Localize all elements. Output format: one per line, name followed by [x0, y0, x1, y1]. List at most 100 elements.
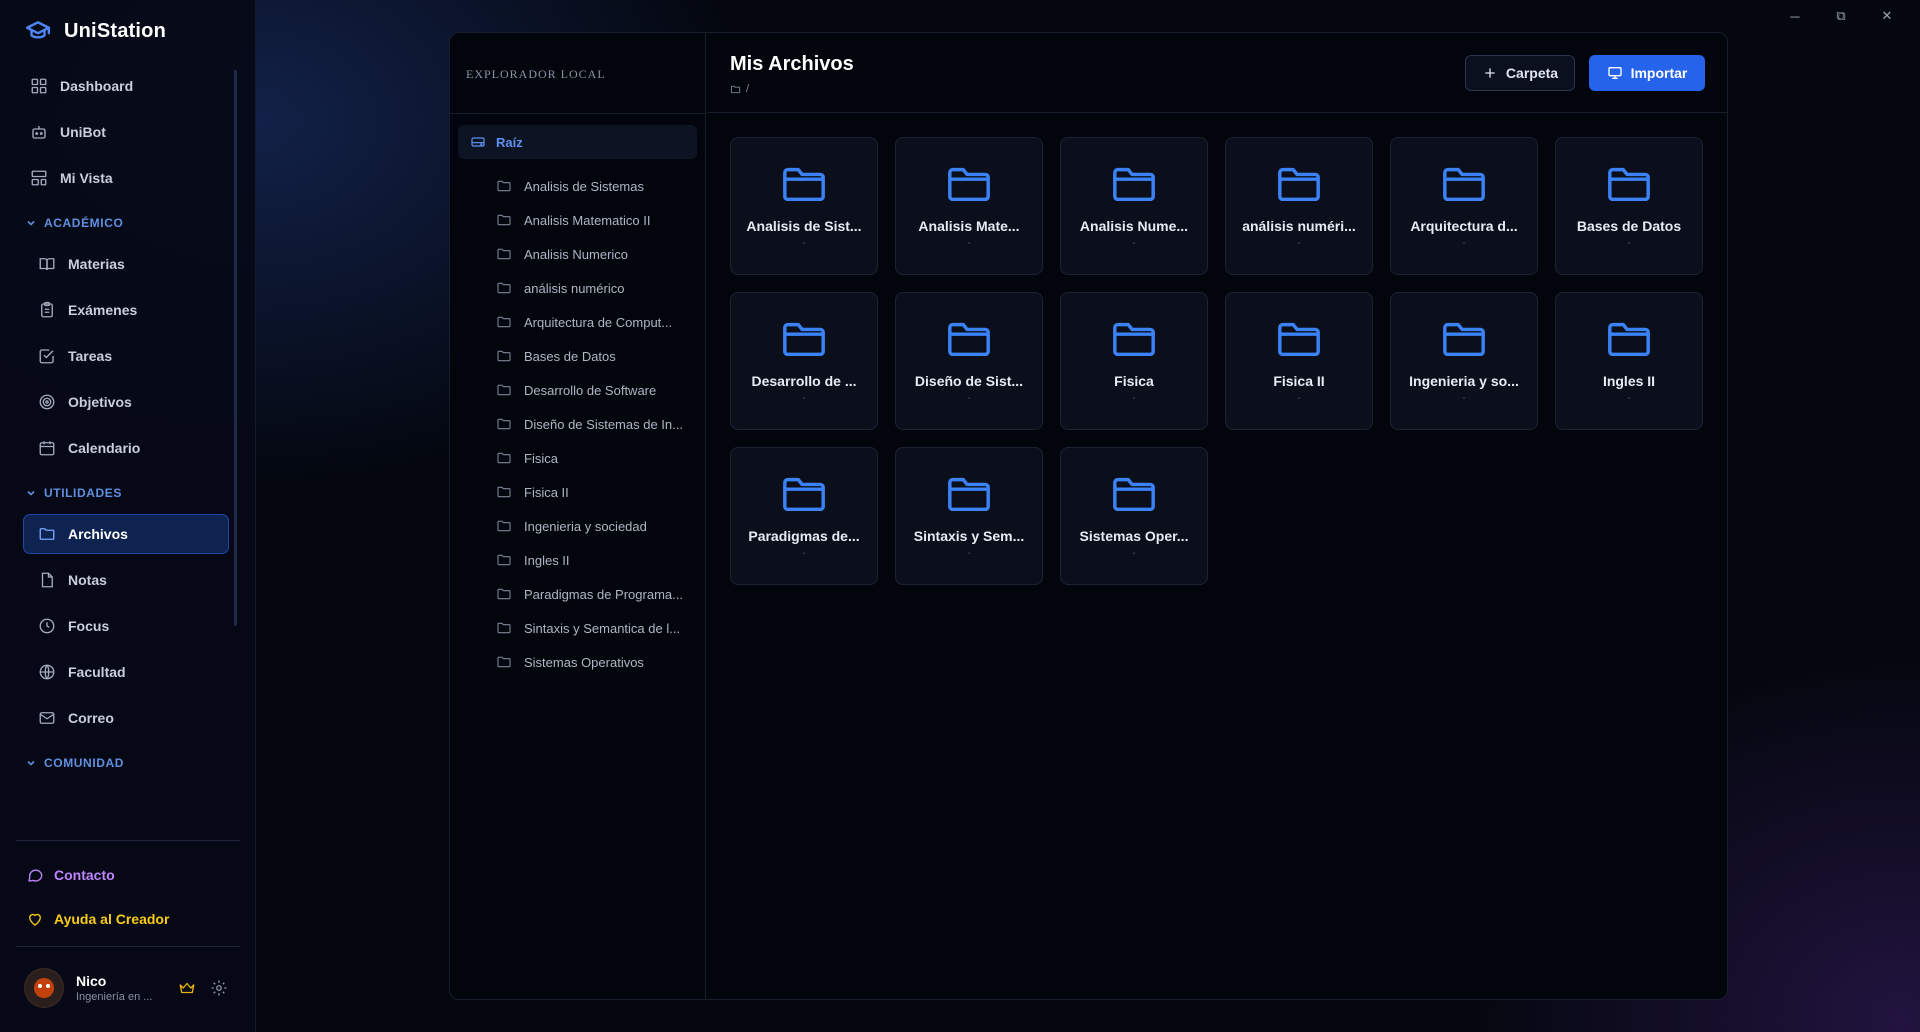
page-title: Mis Archivos [730, 53, 854, 75]
main-nav: Dashboard UniBot Mi Vista ACADÉMICO Mate… [16, 66, 236, 784]
chevron-down-icon [27, 490, 35, 496]
folder-icon [497, 520, 511, 532]
folder-icon [948, 477, 990, 512]
user-subtitle: Ingeniería en ... [76, 991, 153, 1003]
breadcrumb[interactable]: / [730, 83, 749, 95]
nav-item-dashboard[interactable]: Dashboard [16, 66, 236, 106]
nav-item-focus[interactable]: Focus [16, 606, 236, 646]
graduation-cap-icon [25, 21, 51, 39]
import-button[interactable]: Importar [1589, 55, 1705, 91]
folder-card-meta: - [1297, 238, 1301, 249]
folder-card[interactable]: Fisica - [1060, 292, 1208, 430]
window-controls: ─ ⧉ ✕ [1772, 4, 1910, 28]
section-academico[interactable]: ACADÉMICO [16, 208, 236, 238]
contact-link[interactable]: Contacto [26, 866, 115, 884]
tree-folder-item[interactable]: Ingenieria y sociedad [450, 509, 706, 543]
tree-folder-label: Analisis Matematico II [524, 212, 651, 228]
folder-card[interactable]: Ingenieria y so... - [1390, 292, 1538, 430]
nav-item-examenes[interactable]: Exámenes [16, 290, 236, 330]
nav-item-archivos[interactable]: Archivos [23, 514, 229, 554]
avatar-image [34, 978, 54, 998]
folder-card[interactable]: Arquitectura d... - [1390, 137, 1538, 275]
tree-folder-item[interactable]: Bases de Datos [450, 339, 706, 373]
folder-icon [39, 528, 55, 540]
nav-item-materias[interactable]: Materias [16, 244, 236, 284]
nav-label: Calendario [68, 440, 141, 456]
folder-card[interactable]: Analisis Nume... - [1060, 137, 1208, 275]
folder-card-meta: - [802, 393, 806, 404]
tree-folder-item[interactable]: Fisica [450, 441, 706, 475]
folder-card[interactable]: Fisica II - [1225, 292, 1373, 430]
tree-folder-item[interactable]: análisis numérico [450, 271, 706, 305]
folder-icon [1608, 322, 1650, 357]
files-panel: EXPLORADOR LOCAL Raíz Analisis de Sistem… [449, 32, 1728, 1000]
folder-card[interactable]: Desarrollo de ... - [730, 292, 878, 430]
tree-root-label: Raíz [496, 134, 523, 150]
folder-card-name: Analisis Mate... [918, 218, 1020, 234]
nav-item-calendario[interactable]: Calendario [16, 428, 236, 468]
tree-folder-item[interactable]: Desarrollo de Software [450, 373, 706, 407]
sidebar-scrollbar[interactable] [234, 70, 237, 626]
tree-folder-label: Bases de Datos [524, 348, 616, 364]
tree-root[interactable]: Raíz [458, 125, 697, 159]
nav-item-correo[interactable]: Correo [16, 698, 236, 738]
folder-icon [497, 248, 511, 260]
tree-folder-item[interactable]: Ingles II [450, 543, 706, 577]
folder-card-name: Fisica [1114, 373, 1154, 389]
target-icon [39, 394, 55, 410]
new-folder-button[interactable]: Carpeta [1465, 55, 1575, 91]
divider [16, 946, 240, 947]
nav-item-unibot[interactable]: UniBot [16, 112, 236, 152]
crown-icon[interactable] [178, 979, 196, 997]
folder-card[interactable]: Analisis de Sist... - [730, 137, 878, 275]
gear-icon[interactable] [210, 979, 228, 997]
folder-icon [1278, 167, 1320, 202]
folder-card-meta: - [1627, 238, 1631, 249]
folder-card[interactable]: análisis numéri... - [1225, 137, 1373, 275]
tree-folder-item[interactable]: Sistemas Operativos [450, 645, 706, 679]
nav-item-facultad[interactable]: Facultad [16, 652, 236, 692]
nav-label: Exámenes [68, 302, 138, 318]
nav-label: Mi Vista [60, 170, 113, 186]
folder-card-name: Bases de Datos [1576, 218, 1682, 234]
folder-card[interactable]: Sistemas Oper... - [1060, 447, 1208, 585]
brand[interactable]: UniStation [24, 18, 166, 44]
restore-button[interactable]: ⧉ [1818, 4, 1864, 28]
section-comunidad[interactable]: COMUNIDAD [16, 748, 236, 778]
nav-label: Dashboard [60, 78, 134, 94]
nav-item-tareas[interactable]: Tareas [16, 336, 236, 376]
folder-icon [497, 316, 511, 328]
folder-card[interactable]: Paradigmas de... - [730, 447, 878, 585]
tree-folder-item[interactable]: Fisica II [450, 475, 706, 509]
folder-card[interactable]: Sintaxis y Sem... - [895, 447, 1043, 585]
tree-folder-item[interactable]: Analisis Matematico II [450, 203, 706, 237]
section-utilidades[interactable]: UTILIDADES [16, 478, 236, 508]
close-button[interactable]: ✕ [1864, 4, 1910, 28]
tree-folder-item[interactable]: Analisis de Sistemas [450, 169, 706, 203]
tree-folder-item[interactable]: Arquitectura de Comput... [450, 305, 706, 339]
minimize-button[interactable]: ─ [1772, 4, 1818, 28]
folder-card[interactable]: Ingles II - [1555, 292, 1703, 430]
folder-card-name: Fisica II [1273, 373, 1325, 389]
folder-icon [783, 477, 825, 512]
nav-item-notas[interactable]: Notas [16, 560, 236, 600]
folder-icon [497, 452, 511, 464]
avatar[interactable] [24, 968, 64, 1008]
tree-folder-item[interactable]: Analisis Numerico [450, 237, 706, 271]
tree-folder-item[interactable]: Paradigmas de Programa... [450, 577, 706, 611]
nav-item-mi-vista[interactable]: Mi Vista [16, 158, 236, 198]
folder-icon [1113, 167, 1155, 202]
user-profile[interactable]: Nico Ingeniería en ... [24, 968, 234, 1008]
folder-card-name: Analisis Nume... [1079, 218, 1189, 234]
support-creator-link[interactable]: Ayuda al Creador [26, 910, 169, 928]
folder-card[interactable]: Bases de Datos - [1555, 137, 1703, 275]
nav-item-objetivos[interactable]: Objetivos [16, 382, 236, 422]
folder-card[interactable]: Analisis Mate... - [895, 137, 1043, 275]
folder-card-meta: - [802, 548, 806, 559]
tree-folder-label: Fisica [524, 450, 558, 466]
section-title: COMUNIDAD [44, 756, 125, 770]
tree-folder-item[interactable]: Diseño de Sistemas de In... [450, 407, 706, 441]
folder-card[interactable]: Diseño de Sist... - [895, 292, 1043, 430]
tree-folder-item[interactable]: Sintaxis y Semantica de l... [450, 611, 706, 645]
drive-icon [471, 137, 485, 147]
